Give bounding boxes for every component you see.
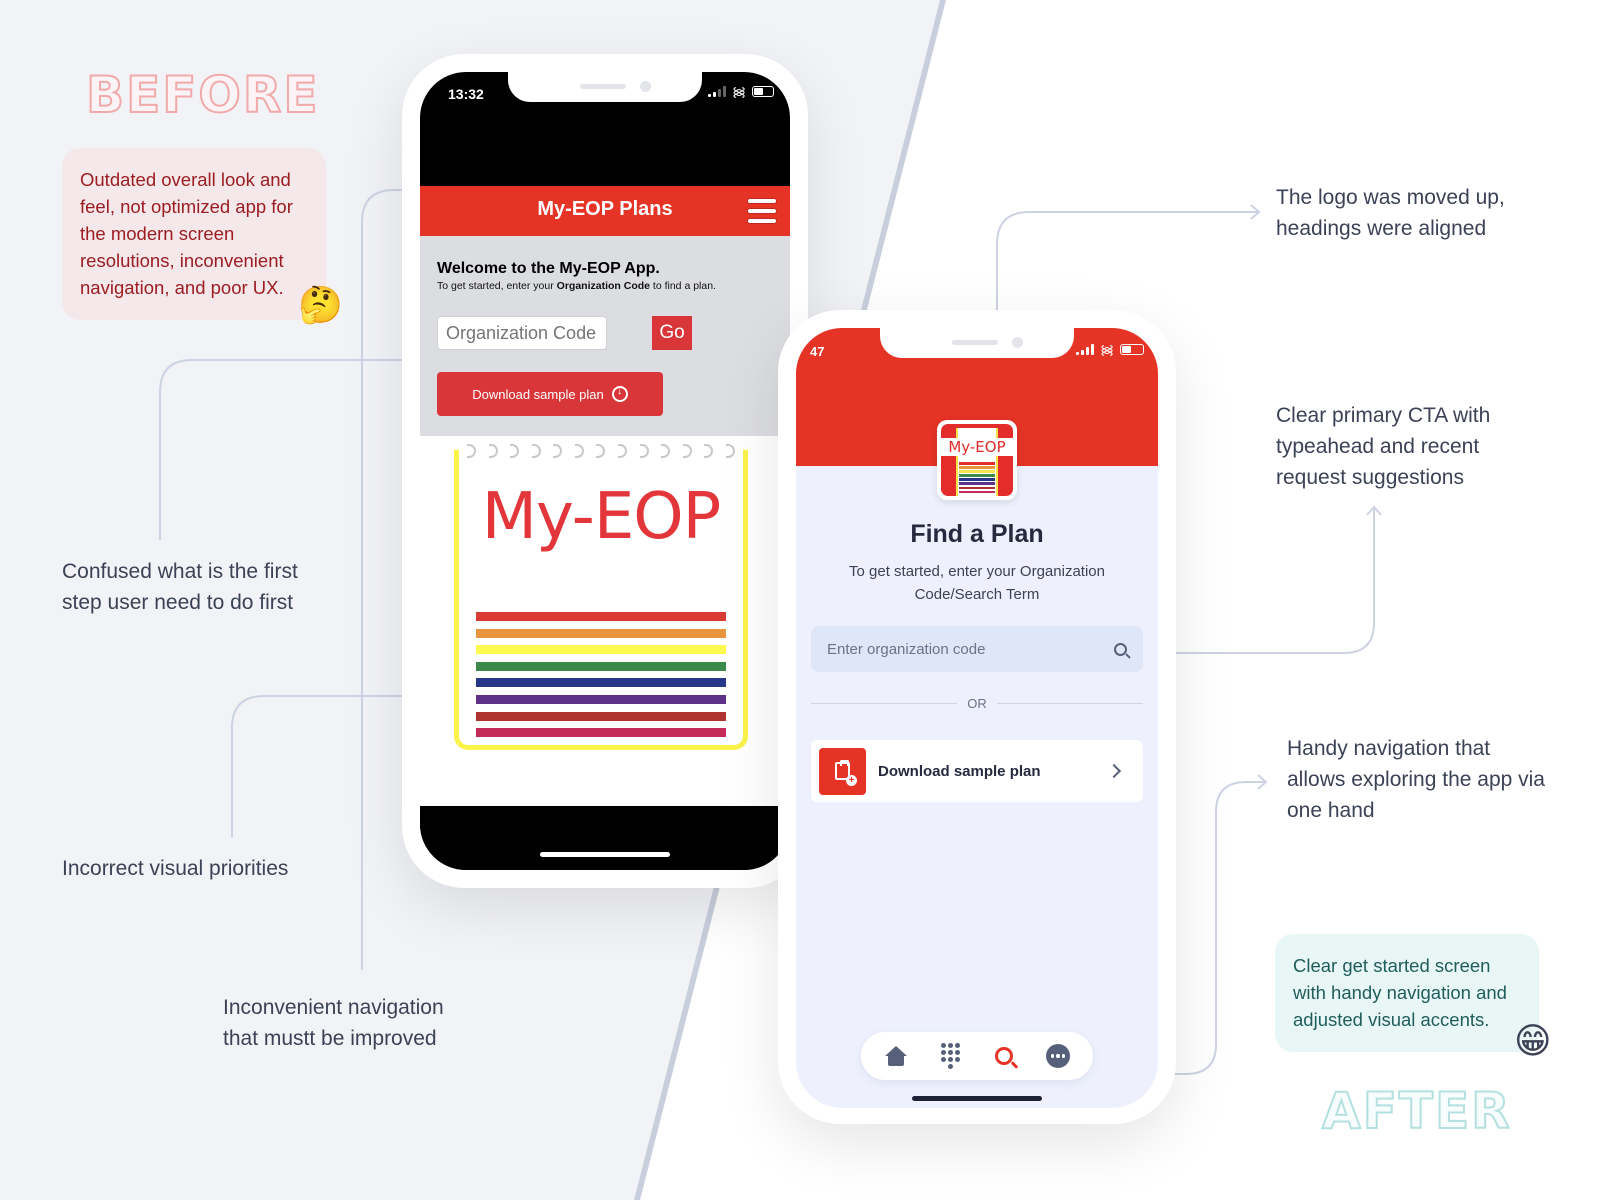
before-phone-mockup: 13:32 ᯼ My-EOP Plans Welcome to the My-E… xyxy=(402,54,808,888)
phone-notch xyxy=(880,328,1074,358)
tab-search[interactable] xyxy=(989,1041,1019,1071)
bottom-tab-bar xyxy=(861,1032,1093,1080)
logo-title: My-EOP xyxy=(481,480,721,554)
divider-line xyxy=(996,703,1143,704)
or-label: OR xyxy=(967,696,987,711)
logo-label: My-EOP xyxy=(941,438,1013,456)
logo-stripe xyxy=(476,711,726,721)
logo-stripe xyxy=(476,728,726,738)
old-welcome-subtitle: To get started, enter your Organization … xyxy=(437,280,716,292)
chevron-right-icon xyxy=(1106,763,1122,779)
battery-icon xyxy=(1120,344,1144,355)
organization-search-input[interactable] xyxy=(827,640,1114,658)
or-divider: OR xyxy=(811,696,1143,711)
logo-stripes xyxy=(959,462,995,495)
phone-notch xyxy=(508,72,702,102)
status-time: 47 xyxy=(810,344,825,359)
before-summary-callout: Outdated overall look and feel, not opti… xyxy=(62,148,326,320)
wifi-icon: ᯼ xyxy=(1100,342,1114,357)
logo-stripe xyxy=(476,645,726,655)
logo-stripe xyxy=(476,661,726,671)
hamburger-icon[interactable] xyxy=(748,199,776,223)
app-logo: My-EOP xyxy=(937,420,1017,500)
logo-stripe xyxy=(959,482,995,485)
thinking-face-icon: 🤔 xyxy=(298,285,343,326)
status-icons: ᯼ xyxy=(1076,342,1144,357)
old-download-sample-button[interactable]: Download sample plan xyxy=(437,372,663,416)
home-icon xyxy=(885,1046,907,1066)
tab-more[interactable] xyxy=(1043,1041,1073,1071)
more-icon xyxy=(1046,1044,1070,1068)
download-sample-plan-button[interactable]: + Download sample plan xyxy=(811,740,1143,802)
logo-stripe xyxy=(476,678,726,688)
logo-stripes xyxy=(476,612,726,745)
spiral-rings xyxy=(467,444,735,458)
organization-search-field[interactable] xyxy=(811,626,1143,672)
note-logo-moved: The logo was moved up, headings were ali… xyxy=(1276,186,1505,240)
old-footer xyxy=(420,806,790,870)
organization-code-input[interactable] xyxy=(437,316,607,350)
download-sample-label: Download sample plan xyxy=(878,762,1041,780)
tab-dialpad[interactable] xyxy=(935,1041,965,1071)
download-circle-icon xyxy=(611,385,628,402)
old-welcome-panel: Welcome to the My-EOP App. To get starte… xyxy=(420,236,790,436)
page-subtitle: To get started, enter your Organization … xyxy=(849,563,1105,603)
home-indicator xyxy=(912,1096,1042,1101)
note-first-step: Confused what is the first step user nee… xyxy=(62,560,298,614)
old-logo-area: My-EOP xyxy=(420,436,790,806)
before-heading: BEFORE xyxy=(85,65,320,125)
after-phone-screen: 47 ᯼ My-EOP Find a Plan To get started, … xyxy=(796,328,1158,1108)
after-phone-mockup: 47 ᯼ My-EOP Find a Plan To get started, … xyxy=(778,310,1176,1124)
logo-stripe xyxy=(476,628,726,638)
go-button[interactable]: Go xyxy=(652,316,692,350)
tab-home[interactable] xyxy=(881,1041,911,1071)
dialpad-icon xyxy=(940,1043,960,1069)
subtitle-bold: Organization Code xyxy=(556,280,650,292)
note-visual-priorities: Incorrect visual priorities xyxy=(62,857,289,880)
logo-stripe xyxy=(959,470,995,473)
logo-stripe xyxy=(959,486,995,490)
signal-icon xyxy=(708,86,727,97)
old-header-title: My-EOP Plans xyxy=(537,198,673,220)
subtitle-text: to find a plan. xyxy=(650,280,716,292)
note-navigation: Inconvenient navigation that mustt be im… xyxy=(223,996,444,1050)
note-primary-cta: Clear primary CTA with typeahead and rec… xyxy=(1276,404,1491,489)
logo-stripe xyxy=(959,462,995,465)
logo-stripe xyxy=(959,490,995,494)
logo-stripe xyxy=(959,466,995,469)
notepad-logo-image: My-EOP xyxy=(454,444,748,750)
battery-icon xyxy=(752,86,774,97)
logo-stripe xyxy=(959,478,995,481)
before-phone-screen: 13:32 ᯼ My-EOP Plans Welcome to the My-E… xyxy=(420,72,790,870)
note-handy-navigation: Handy navigation that allows exploring t… xyxy=(1287,737,1545,822)
subtitle-text: To get started, enter your xyxy=(437,280,557,292)
after-heading: AFTER xyxy=(1321,1081,1512,1141)
status-time: 13:32 xyxy=(448,86,484,102)
signal-icon xyxy=(1076,344,1095,355)
grinning-face-icon: 😁 xyxy=(1514,1021,1552,1062)
download-label: Download sample plan xyxy=(472,386,604,402)
after-summary-callout: Clear get started screen with handy navi… xyxy=(1275,934,1539,1052)
logo-stripe xyxy=(959,474,995,477)
clipboard-add-icon: + xyxy=(819,747,866,795)
logo-stripe xyxy=(476,694,726,704)
search-icon[interactable] xyxy=(1114,642,1127,656)
wifi-icon: ᯼ xyxy=(732,84,746,99)
divider-line xyxy=(811,703,958,704)
logo-stripe xyxy=(476,612,726,621)
search-icon xyxy=(995,1047,1013,1065)
old-welcome-heading: Welcome to the My-EOP App. xyxy=(437,260,660,277)
home-indicator xyxy=(540,852,670,857)
page-title: Find a Plan xyxy=(910,520,1044,548)
status-icons: ᯼ xyxy=(708,84,774,99)
old-app-header: My-EOP Plans xyxy=(420,186,790,236)
